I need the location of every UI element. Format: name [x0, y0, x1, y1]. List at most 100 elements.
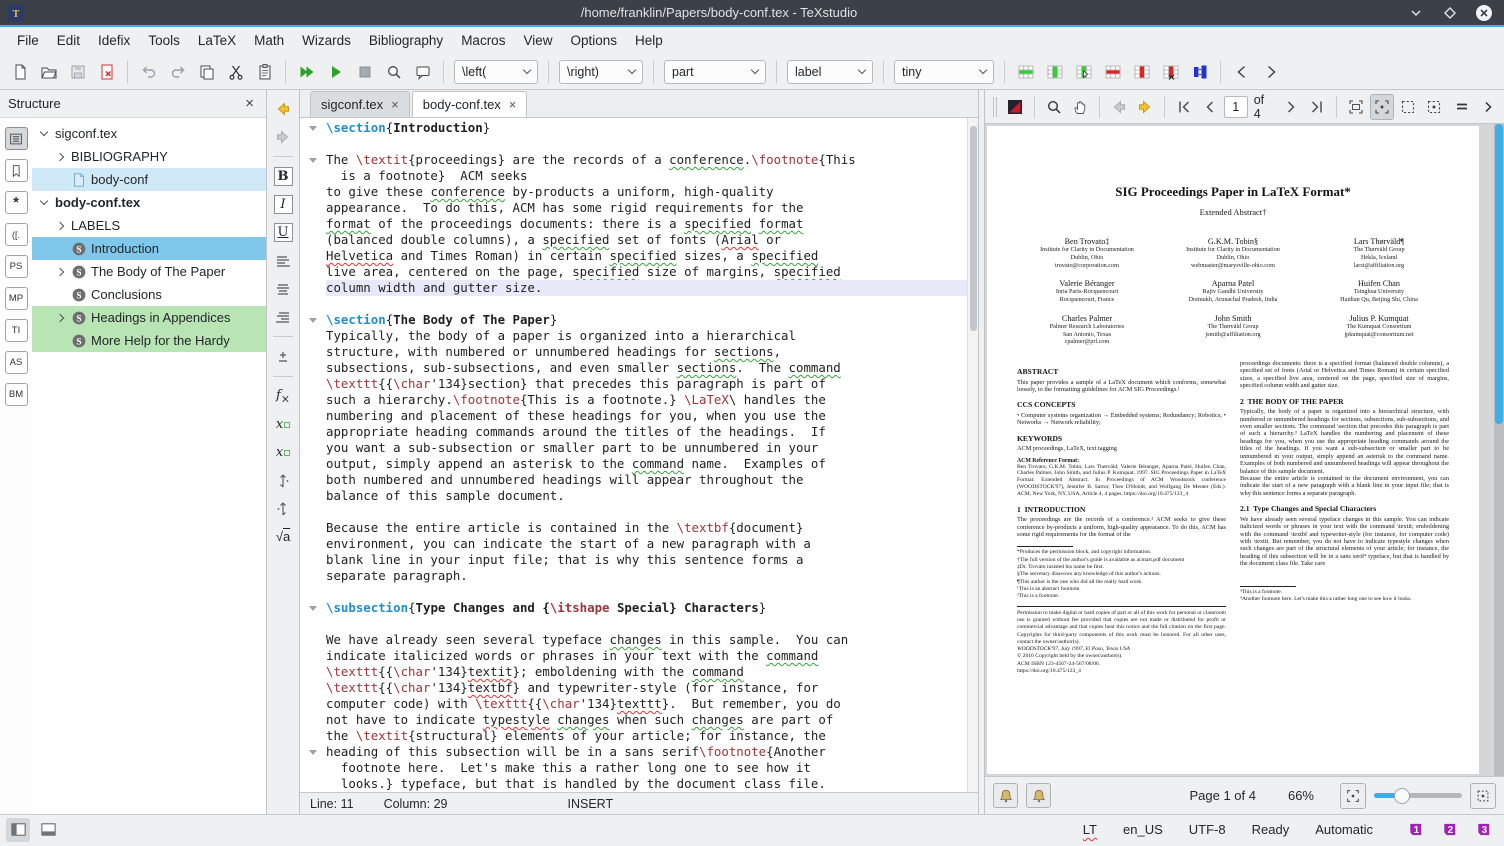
code-line[interactable]: looks.} typeface, but that is handled by…	[300, 776, 978, 792]
bold-icon[interactable]: B	[271, 164, 296, 189]
structure-item-sigconf-tex[interactable]: sigconf.tex	[32, 122, 266, 145]
code-line[interactable]: numbering and placement of these heading…	[300, 408, 978, 424]
chevron-down-icon[interactable]	[38, 196, 51, 209]
menu-options[interactable]: Options	[561, 30, 626, 51]
cut-icon[interactable]	[222, 58, 249, 85]
fold-gutter[interactable]	[300, 664, 326, 680]
fold-gutter[interactable]	[300, 584, 326, 600]
structure-item-introduction[interactable]: SIntroduction	[32, 237, 266, 260]
underbrace-icon[interactable]	[271, 468, 296, 493]
code-line[interactable]: \subsection{Type Changes and {\itshape S…	[300, 600, 978, 616]
fold-gutter[interactable]	[300, 536, 326, 552]
side-tab-beamer[interactable]: BM	[5, 383, 28, 406]
bookmark-1-icon[interactable]: 1	[1407, 821, 1424, 838]
chevron-down-icon[interactable]	[38, 127, 51, 140]
search-icon[interactable]	[1042, 94, 1066, 120]
toggle-side-panel-icon[interactable]	[6, 818, 30, 842]
fold-gutter[interactable]	[300, 328, 326, 344]
close-icon[interactable]	[1474, 3, 1494, 23]
fold-gutter[interactable]	[300, 264, 326, 280]
menu-wizards[interactable]: Wizards	[293, 30, 360, 51]
structure-item-more-help-for-the-hardy[interactable]: SMore Help for the Hardy	[32, 329, 266, 352]
pdf-expand-icon[interactable]	[1476, 94, 1500, 120]
fold-gutter[interactable]	[300, 216, 326, 232]
code-line[interactable]: \texttt{{\char'134}textit}; emboldening …	[300, 664, 978, 680]
side-tab-brackets[interactable]: ([.	[5, 223, 28, 246]
code-line[interactable]: \section{Introduction}	[300, 120, 978, 136]
paste-column-icon[interactable]	[1070, 58, 1097, 85]
code-editor[interactable]: \section{Introduction}The \textit{procee…	[300, 118, 978, 792]
code-line[interactable]: output, simply append an asterisk to the…	[300, 456, 978, 472]
reference-combo[interactable]: label	[787, 60, 873, 84]
save-icon[interactable]	[64, 58, 91, 85]
back-icon[interactable]	[271, 96, 296, 121]
fold-gutter[interactable]	[300, 200, 326, 216]
code-line[interactable]: such a hierarchy.\footnote{This is a foo…	[300, 392, 978, 408]
menu-math[interactable]: Math	[245, 30, 293, 51]
fold-gutter[interactable]	[300, 472, 326, 488]
next-page-icon[interactable]	[1279, 94, 1303, 120]
fold-gutter[interactable]	[300, 712, 326, 728]
pdf-menu-icon[interactable]	[1450, 94, 1474, 120]
code-line[interactable]	[300, 296, 978, 312]
bookmark-3-icon[interactable]: 3	[1475, 821, 1492, 838]
last-page-icon[interactable]	[1305, 94, 1329, 120]
menu-macros[interactable]: Macros	[452, 30, 514, 51]
fold-gutter[interactable]	[300, 440, 326, 456]
align-center-icon[interactable]	[271, 276, 296, 301]
fullscreen-icon[interactable]	[1470, 783, 1496, 809]
undo-icon[interactable]	[135, 58, 162, 85]
code-line[interactable]: subsections, sub-subsections, and even s…	[300, 360, 978, 376]
fold-gutter[interactable]	[300, 520, 326, 536]
redo-icon[interactable]	[164, 58, 191, 85]
nav-forward-icon[interactable]	[1133, 94, 1157, 120]
code-line[interactable]: blank line in your input file; that is w…	[300, 552, 978, 568]
pan-icon[interactable]	[1068, 94, 1092, 120]
close-document-icon[interactable]	[93, 58, 120, 85]
fold-gutter[interactable]	[300, 376, 326, 392]
close-tab-icon[interactable]: ×	[391, 97, 399, 112]
stop-icon[interactable]	[351, 58, 378, 85]
fold-gutter[interactable]	[300, 136, 326, 152]
sectioning-combo[interactable]: part	[664, 60, 766, 84]
pdf-scrollbar[interactable]	[1494, 124, 1504, 776]
code-line[interactable]: appropriate heading commands around the …	[300, 424, 978, 440]
code-line[interactable]: the \textit{structural} elements of your…	[300, 728, 978, 744]
structure-item-body-conf-tex[interactable]: body-conf.tex	[32, 191, 266, 214]
structure-item-conclusions[interactable]: SConclusions	[32, 283, 266, 306]
code-line[interactable]: format of the proceedings documents: the…	[300, 216, 978, 232]
add-column-icon[interactable]	[1041, 58, 1068, 85]
remove-row-icon[interactable]	[1099, 58, 1126, 85]
code-line[interactable]: computer code) with \texttt{{\char'134}t…	[300, 696, 978, 712]
new-file-icon[interactable]	[6, 58, 33, 85]
fold-gutter[interactable]	[300, 296, 326, 312]
dictionary-language[interactable]: en_US	[1123, 822, 1163, 837]
left-delimiter-combo[interactable]: \left(	[454, 60, 538, 84]
code-line[interactable]: environment, you can indicate the start …	[300, 536, 978, 552]
toggle-bottom-panel-icon[interactable]	[36, 818, 60, 842]
fold-gutter[interactable]	[300, 120, 326, 136]
menu-file[interactable]: File	[8, 30, 48, 51]
side-tab-metapost[interactable]: MP	[5, 287, 28, 310]
next-document-icon[interactable]	[1257, 58, 1284, 85]
font-size-combo[interactable]: tiny	[894, 60, 994, 84]
nav-back-icon[interactable]	[1107, 94, 1131, 120]
editor-pdf-splitter[interactable]	[978, 90, 985, 814]
pdf-view[interactable]: SIG Proceedings Paper in LaTeX Format* E…	[985, 124, 1504, 776]
menu-edit[interactable]: Edit	[48, 30, 89, 51]
code-line[interactable]: heading of this subsection will be in a …	[300, 744, 978, 760]
find-icon[interactable]	[380, 58, 407, 85]
open-file-icon[interactable]	[35, 58, 62, 85]
fold-marker-icon[interactable]	[309, 158, 317, 163]
previous-document-icon[interactable]	[1228, 58, 1255, 85]
fold-gutter[interactable]	[300, 248, 326, 264]
code-line[interactable]: to give these conference by-products a u…	[300, 184, 978, 200]
code-line[interactable]: separate paragraph.	[300, 568, 978, 584]
fold-gutter[interactable]	[300, 728, 326, 744]
close-panel-icon[interactable]: ×	[241, 95, 258, 112]
editor-tab-sigconf-tex[interactable]: sigconf.tex×	[310, 91, 410, 117]
bookmark-2-icon[interactable]: 2	[1441, 821, 1458, 838]
code-line[interactable]: \texttt{{\char'134}section} that precede…	[300, 376, 978, 392]
fold-gutter[interactable]	[300, 760, 326, 776]
chevron-right-icon[interactable]	[54, 219, 67, 232]
